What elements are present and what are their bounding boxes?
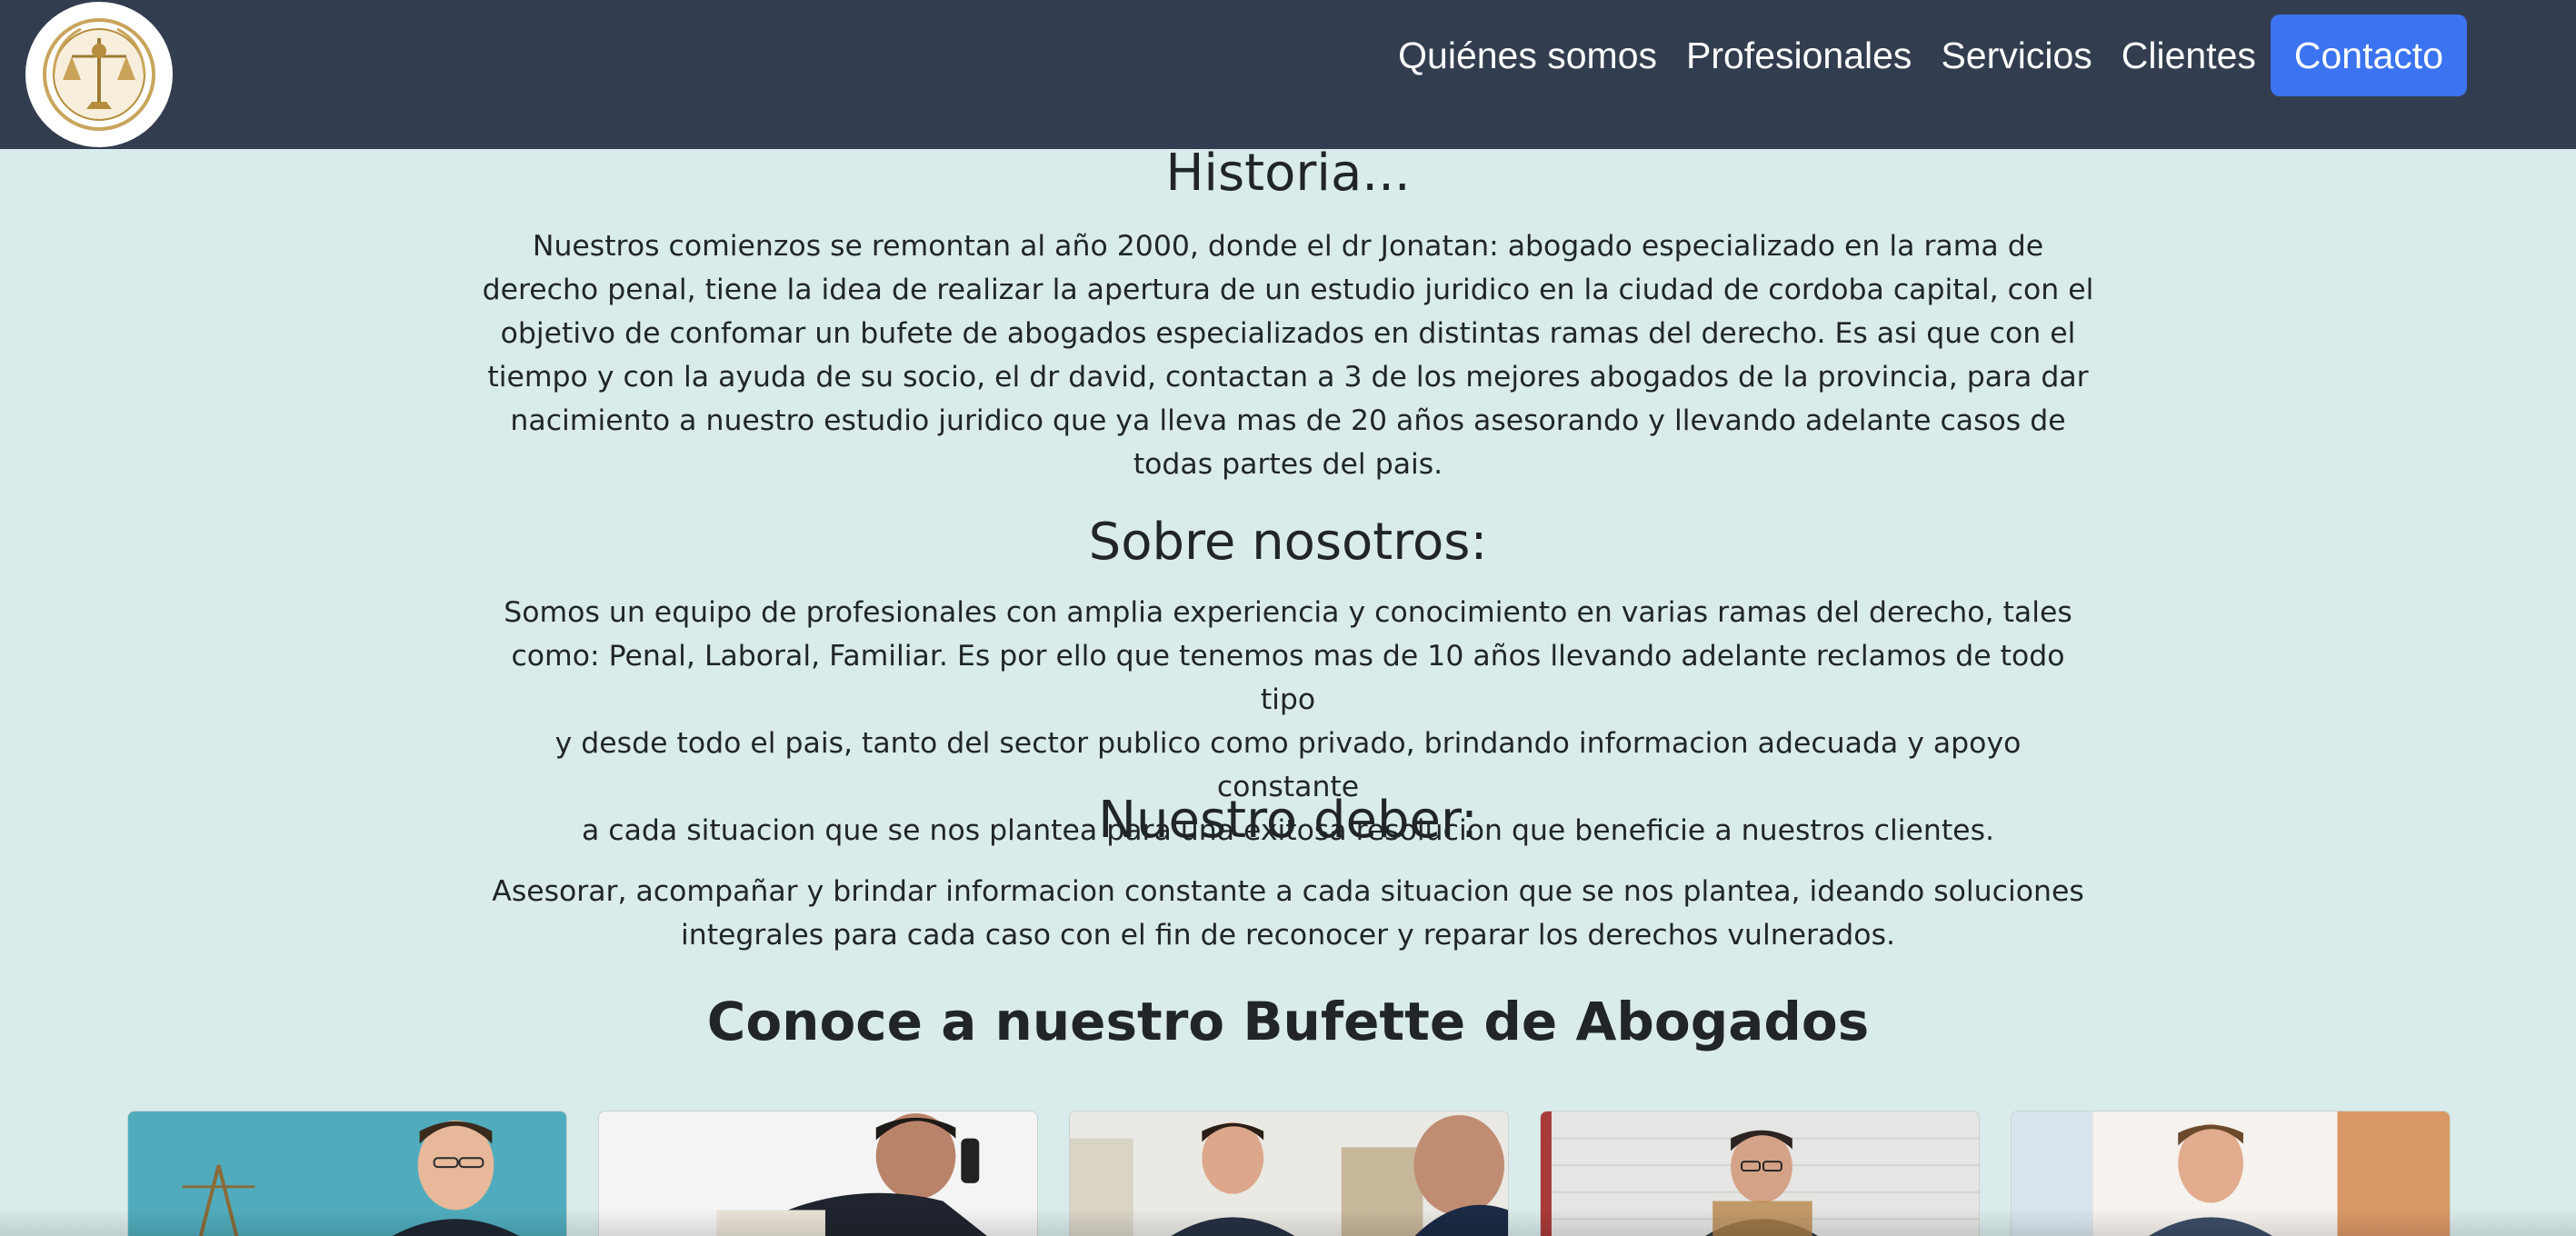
nuestro-deber-text: Asesorar, acompañar y brindar informacio…: [482, 870, 2094, 957]
lawyer-photo-1: [128, 1111, 566, 1236]
historia-line: objetivo de confomar un bufete de abogad…: [500, 317, 2076, 350]
nuestro-deber-title: Nuestro deber:: [1098, 791, 1478, 850]
nav-quienes-somos[interactable]: Quiénes somos: [1383, 15, 1672, 96]
sobre-line: Somos un equipo de profesionales con amp…: [504, 596, 2072, 629]
lawyer-cards: [127, 1111, 2451, 1236]
lawyer-photo-3: [1070, 1111, 1508, 1236]
historia-line: derecho penal, tiene la idea de realizar…: [482, 274, 2094, 306]
historia-title: Historia...: [1165, 144, 1411, 203]
top-navbar: Quiénes somos Profesionales Servicios Cl…: [0, 0, 2576, 149]
contact-button[interactable]: Contacto: [2270, 15, 2467, 96]
historia-text: Nuestros comienzos se remontan al año 20…: [482, 224, 2094, 486]
lawyer-card-5[interactable]: [2011, 1111, 2451, 1236]
lawyer-photo-4: [1541, 1111, 1979, 1236]
main-nav: Quiénes somos Profesionales Servicios Cl…: [1383, 15, 2467, 96]
lawyer-photo-2: [599, 1111, 1037, 1236]
lawyer-card-3[interactable]: [1069, 1111, 1509, 1236]
lawyer-photo-5: [2012, 1111, 2450, 1236]
nav-profesionales[interactable]: Profesionales: [1672, 15, 1926, 96]
deber-line: Asesorar, acompañar y brindar informacio…: [492, 875, 2084, 908]
historia-line: nacimiento a nuestro estudio juridico qu…: [510, 404, 2066, 437]
lawyer-card-1[interactable]: [127, 1111, 567, 1236]
scales-of-justice-icon: [39, 15, 159, 135]
sobre-nosotros-title: Sobre nosotros:: [1088, 513, 1488, 572]
lawyer-card-2[interactable]: [598, 1111, 1038, 1236]
historia-line: tiempo y con la ayuda de su socio, el dr…: [487, 361, 2089, 394]
nav-servicios[interactable]: Servicios: [1926, 15, 2106, 96]
lawyer-card-4[interactable]: [1540, 1111, 1980, 1236]
historia-line: Nuestros comienzos se remontan al año 20…: [532, 230, 2044, 263]
historia-line: todas partes del pais.: [1133, 448, 1443, 481]
team-title: Conoce a nuestro Bufette de Abogados: [706, 991, 1870, 1052]
sobre-line: como: Penal, Laboral, Familiar. Es por e…: [511, 640, 2065, 716]
nav-clientes[interactable]: Clientes: [2107, 15, 2271, 96]
deber-line: integrales para cada caso con el fin de …: [680, 919, 1895, 952]
bufete-logo[interactable]: [25, 2, 173, 147]
